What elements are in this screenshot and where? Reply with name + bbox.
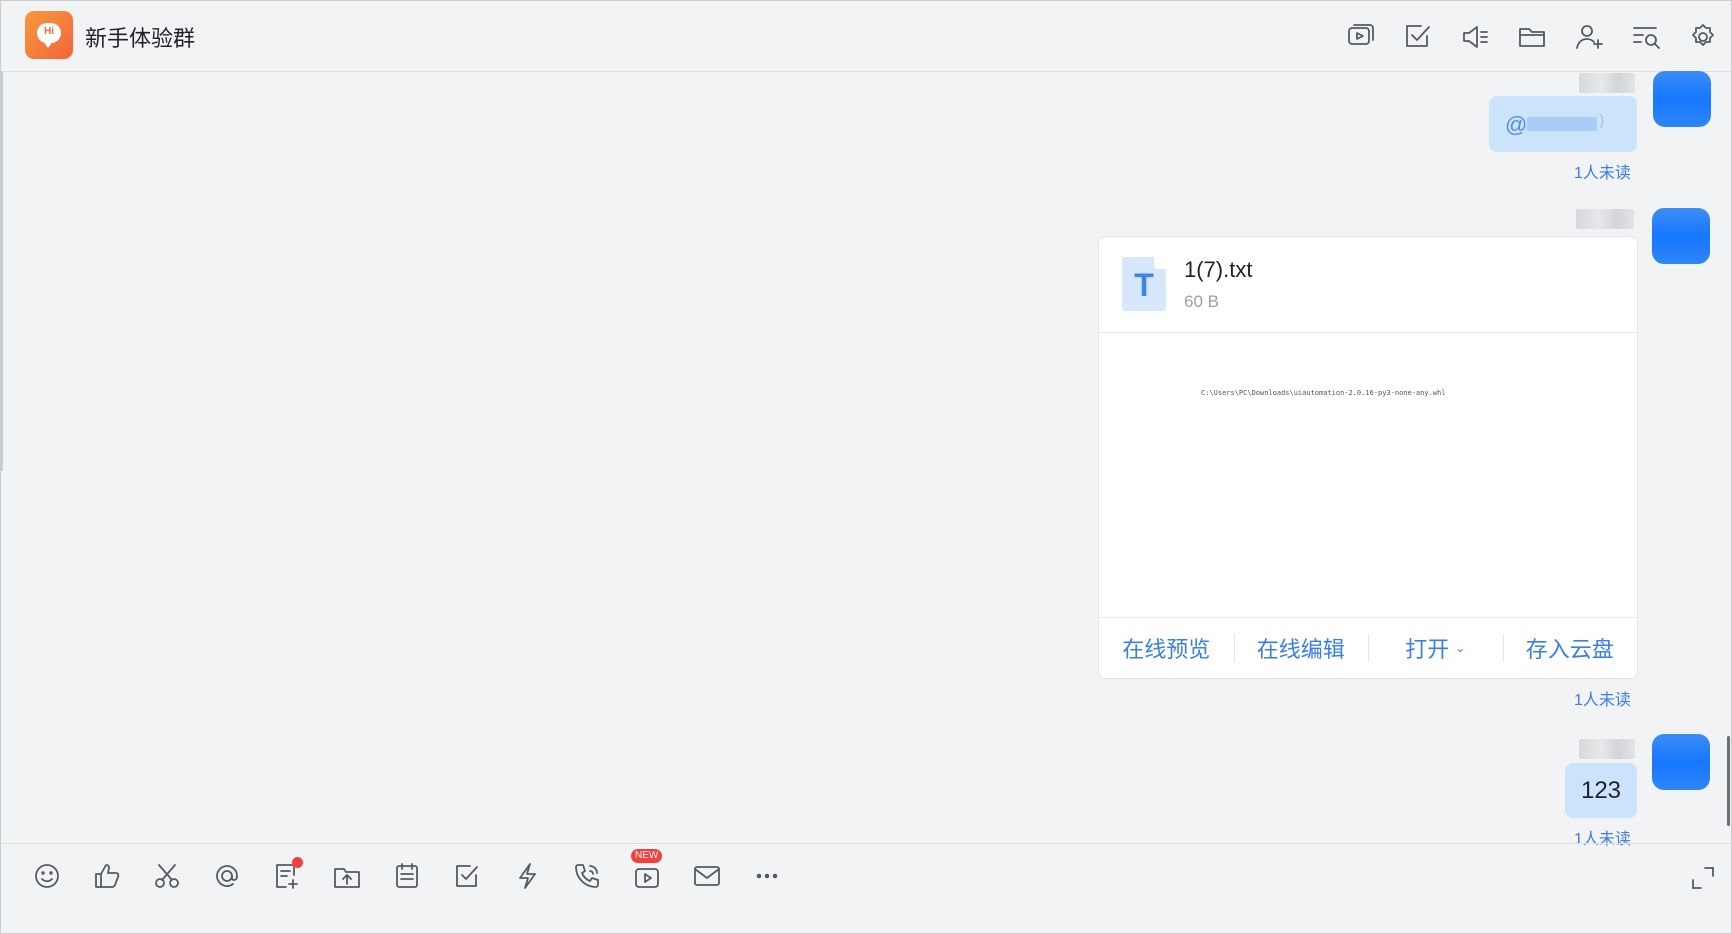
open-label: 打开	[1405, 637, 1450, 662]
sender-avatar[interactable]	[1652, 208, 1710, 264]
file-name: 1(7).txt	[1184, 257, 1253, 282]
input-toolbar: NEW	[1, 843, 1731, 934]
file-size: 60 B	[1184, 292, 1219, 311]
folder-icon[interactable]	[1514, 19, 1550, 55]
task-check-icon[interactable]	[1400, 19, 1436, 55]
file-message-card[interactable]: T 1(7).txt 60 B C:\Users\PC\Downloads\ui…	[1098, 236, 1638, 679]
file-preview[interactable]: C:\Users\PC\Downloads\uiautomation-2.0.1…	[1099, 333, 1637, 615]
edit-online-label: 在线编辑	[1256, 637, 1345, 662]
upload-file-icon[interactable]	[329, 858, 365, 894]
sender-name-blurred	[1579, 73, 1635, 93]
read-status[interactable]: 1人未读	[1574, 686, 1631, 710]
chat-window: Hi 新手体验群 @) 1人未读 T 1(7).txt 60 B C:\Use…	[0, 0, 1732, 934]
group-title[interactable]: 新手体验群	[85, 21, 195, 53]
sender-avatar[interactable]	[1653, 71, 1711, 127]
mail-icon[interactable]	[689, 858, 725, 894]
phone-call-icon[interactable]	[569, 858, 605, 894]
notification-dot	[292, 857, 303, 868]
read-status[interactable]: 1人未读	[1574, 159, 1631, 183]
message-bubble-mention[interactable]: @ )	[1489, 96, 1637, 152]
task-icon[interactable]	[449, 858, 485, 894]
mention-name-blurred	[1527, 117, 1597, 131]
mention-tail: )	[1599, 112, 1605, 129]
preview-online-button[interactable]: 在线预览	[1099, 618, 1234, 678]
chat-header: Hi 新手体验群	[1, 1, 1731, 72]
chat-scrollbar[interactable]	[1727, 736, 1730, 826]
calendar-icon[interactable]	[389, 858, 425, 894]
settings-icon[interactable]	[1685, 19, 1721, 55]
announcement-icon[interactable]	[1457, 19, 1493, 55]
open-file-dropdown[interactable]: 打开 ⌄	[1368, 618, 1503, 678]
sender-name-blurred	[1579, 739, 1635, 759]
video-meeting-icon[interactable]: NEW	[629, 849, 665, 894]
logo-text: Hi	[44, 26, 54, 37]
txt-file-icon: T	[1122, 257, 1166, 311]
save-to-cloud-label: 存入云盘	[1525, 637, 1614, 662]
left-border	[1, 71, 3, 471]
group-avatar[interactable]: Hi	[25, 11, 73, 59]
preview-online-label: 在线预览	[1122, 637, 1211, 662]
note-add-icon[interactable]	[269, 857, 305, 894]
screenshot-scissors-icon[interactable]	[149, 858, 185, 894]
message-bubble-text[interactable]: 123	[1565, 763, 1637, 818]
expand-input-icon[interactable]	[1689, 864, 1717, 892]
sender-avatar[interactable]	[1652, 734, 1710, 790]
header-toolbar	[1343, 19, 1721, 55]
sender-name-blurred	[1576, 209, 1634, 229]
chevron-down-icon: ⌄	[1455, 641, 1466, 655]
new-badge: NEW	[631, 849, 663, 863]
mention-icon[interactable]	[209, 858, 245, 894]
save-to-cloud-button[interactable]: 存入云盘	[1502, 618, 1638, 678]
file-header[interactable]: T 1(7).txt 60 B	[1099, 237, 1637, 333]
thumbs-up-icon[interactable]	[89, 858, 125, 894]
emoji-icon[interactable]	[29, 858, 65, 894]
file-type-letter: T	[1134, 267, 1154, 303]
add-member-icon[interactable]	[1571, 19, 1607, 55]
more-icon[interactable]	[749, 858, 785, 894]
message-text: 123	[1580, 777, 1622, 804]
search-history-icon[interactable]	[1628, 19, 1664, 55]
file-actions: 在线预览 在线编辑 打开 ⌄ 存入云盘	[1099, 617, 1637, 678]
screen-share-icon[interactable]	[1343, 19, 1379, 55]
quick-reply-icon[interactable]	[509, 858, 545, 894]
preview-text: C:\Users\PC\Downloads\uiautomation-2.0.1…	[1201, 389, 1446, 397]
edit-online-button[interactable]: 在线编辑	[1233, 618, 1369, 678]
chat-bubble-icon: Hi	[37, 23, 61, 48]
mention-at-sign: @	[1505, 112, 1528, 137]
